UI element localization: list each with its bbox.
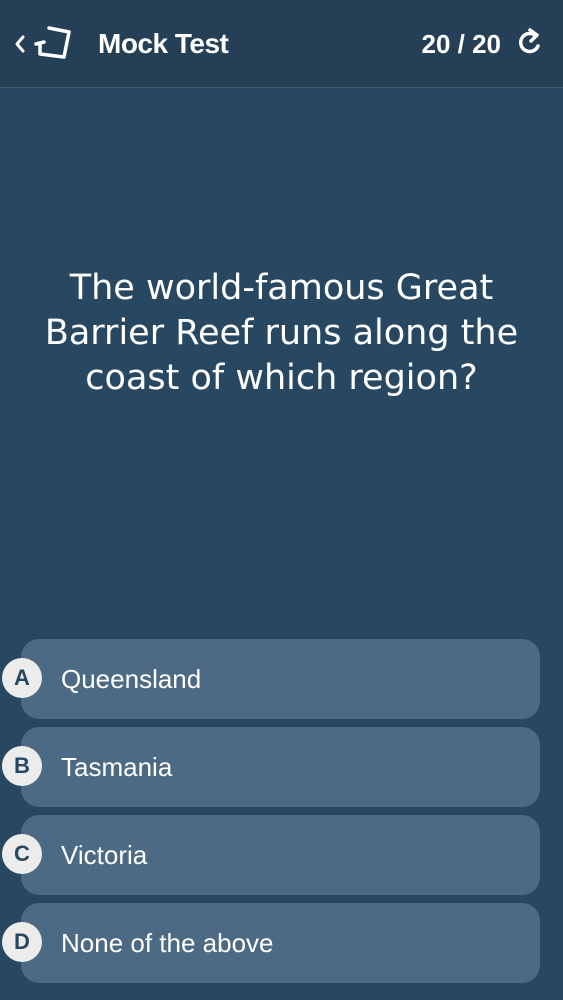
- quiz-card-icon: [34, 24, 78, 64]
- answer-letter-badge: A: [2, 658, 42, 698]
- answer-label: None of the above: [61, 928, 274, 958]
- answer-label: Tasmania: [61, 752, 173, 782]
- answer-option-b[interactable]: B Tasmania: [2, 727, 540, 807]
- question-text: The world-famous Great Barrier Reef runs…: [44, 268, 519, 398]
- page-title: Mock Test: [98, 28, 229, 59]
- top-bar: Mock Test 20 / 20: [0, 0, 563, 88]
- answer-option-a[interactable]: A Queensland: [2, 639, 540, 719]
- answer-option-d[interactable]: D None of the above: [2, 903, 540, 983]
- answer-letter-badge: D: [2, 922, 42, 962]
- answer-letter-badge: B: [2, 746, 42, 786]
- answer-label: Victoria: [61, 840, 148, 870]
- back-button[interactable]: [14, 24, 94, 64]
- chevron-left-icon: [14, 24, 30, 64]
- question-counter: 20 / 20: [421, 29, 501, 59]
- quiz-screen: Mock Test 20 / 20 The world-famous Great…: [0, 0, 563, 1000]
- answer-letter-badge: C: [2, 834, 42, 874]
- answer-option-c[interactable]: C Victoria: [2, 815, 540, 895]
- refresh-icon: [516, 26, 546, 63]
- refresh-button[interactable]: [513, 25, 549, 63]
- answer-label: Queensland: [61, 664, 202, 694]
